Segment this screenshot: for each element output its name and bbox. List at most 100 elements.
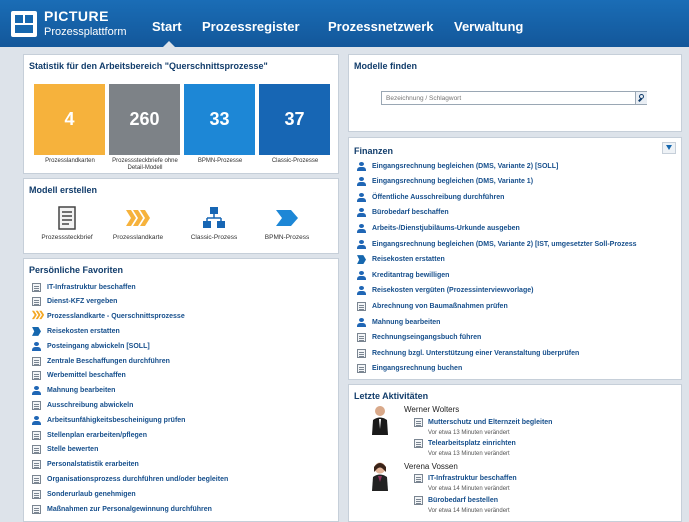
nav-start[interactable]: Start bbox=[152, 19, 182, 34]
list-item-label: Abrechnung von Baumaßnahmen prüfen bbox=[372, 302, 508, 310]
arrow-process-icon bbox=[32, 326, 41, 336]
stat-label-prozesssteckbriefe: Prozesssteckbriefe ohne Detail-Modell bbox=[112, 158, 178, 171]
activity-entry-link[interactable]: Mutterschutz und Elternzeit begleiten bbox=[428, 419, 552, 426]
list-item[interactable]: Öffentliche Ausschreibung durchführen bbox=[357, 191, 504, 203]
modell-erstellen-title: Modell erstellen bbox=[29, 185, 98, 195]
list-item-label: Stelle bewerten bbox=[47, 446, 99, 454]
list-item[interactable]: Abrechnung von Baumaßnahmen prüfen bbox=[357, 300, 508, 312]
finanzen-title: Finanzen bbox=[354, 146, 394, 156]
list-item[interactable]: Rechnungseingangsbuch führen bbox=[357, 332, 481, 344]
list-item[interactable]: Reisekosten erstatten bbox=[32, 325, 120, 337]
document-icon bbox=[32, 489, 41, 499]
list-item-label: IT-Infrastruktur beschaffen bbox=[47, 283, 136, 291]
arrow-process-icon bbox=[357, 255, 366, 265]
document-icon bbox=[32, 474, 41, 484]
app-title: PICTURE bbox=[44, 8, 109, 24]
arrow-process-icon[interactable] bbox=[274, 206, 300, 230]
stat-label-prozesslandkarten: Prozesslandkarten bbox=[45, 158, 95, 164]
list-item[interactable]: Reisekosten erstatten bbox=[357, 254, 445, 266]
filter-icon[interactable] bbox=[662, 142, 676, 154]
hierarchy-icon[interactable] bbox=[201, 206, 227, 230]
list-item-label: Arbeitsunfähigkeitsbescheinigung prüfen bbox=[47, 416, 186, 424]
list-item-label: Posteingang abwickeln [SOLL] bbox=[47, 342, 150, 350]
stat-tile-classic-prozesse[interactable]: 37 bbox=[259, 84, 330, 155]
top-navigation-bar: PICTURE Prozessplattform Start Prozessre… bbox=[0, 0, 689, 47]
stat-tile-prozesssteckbriefe[interactable]: 260 bbox=[109, 84, 180, 155]
list-item[interactable]: Eingangsrechnung begleichen (DMS, Varian… bbox=[357, 176, 533, 188]
create-label-bpmn-prozess[interactable]: BPMN-Prozess bbox=[249, 234, 325, 241]
list-item[interactable]: Stelle bewerten bbox=[32, 444, 98, 456]
create-label-prozesssteckbrief[interactable]: Prozesssteckbrief bbox=[29, 234, 105, 241]
document-icon bbox=[32, 400, 41, 410]
list-item[interactable]: Mahnung bearbeiten bbox=[32, 385, 115, 397]
list-item-label: Eingangsrechnung begleichen (DMS, Varian… bbox=[372, 178, 534, 186]
modelle-finden-panel: Modelle finden bbox=[348, 54, 682, 132]
list-item[interactable]: Bürobedarf beschaffen bbox=[357, 207, 449, 219]
user-process-icon bbox=[357, 317, 366, 327]
activity-entry-time: Vor etwa 14 Minuten verändert bbox=[428, 508, 510, 514]
document-icon bbox=[32, 371, 41, 381]
list-item-label: Kreditantrag bewilligen bbox=[372, 271, 450, 279]
list-item-label: Reisekosten erstatten bbox=[372, 256, 445, 264]
list-item[interactable]: Prozesslandkarte - Querschnittsprozesse bbox=[31, 310, 185, 323]
list-item[interactable]: Arbeitsunfähigkeitsbescheinigung prüfen bbox=[32, 414, 185, 426]
create-label-classic-prozess[interactable]: Classic-Prozess bbox=[176, 234, 252, 241]
list-item-label: Werbemittel beschaffen bbox=[47, 372, 126, 380]
list-item[interactable]: Dienst-KFZ vergeben bbox=[32, 296, 117, 308]
list-item[interactable]: Mahnung bearbeiten bbox=[357, 316, 440, 328]
list-item[interactable]: Reisekosten vergüten (Prozessinterviewvo… bbox=[357, 285, 533, 297]
document-icon bbox=[414, 496, 423, 505]
document-icon bbox=[414, 418, 423, 427]
nav-prozessregister[interactable]: Prozessregister bbox=[202, 19, 300, 34]
search-button[interactable] bbox=[635, 92, 647, 104]
list-item[interactable]: Eingangsrechnung buchen bbox=[357, 363, 462, 375]
list-item[interactable]: Eingangsrechnung begleichen (DMS, Varian… bbox=[357, 238, 637, 250]
list-item[interactable]: Ausschreibung abwickeln bbox=[32, 399, 133, 411]
chevron-map-icon[interactable] bbox=[125, 206, 151, 230]
search-input[interactable] bbox=[381, 91, 647, 105]
activity-entry-time: Vor etwa 14 Minuten verändert bbox=[428, 486, 510, 492]
nav-prozessnetzwerk[interactable]: Prozessnetzwerk bbox=[328, 19, 434, 34]
activity-user-name[interactable]: Verena Vossen bbox=[404, 462, 458, 471]
list-item[interactable]: Eingangsrechnung begleichen (DMS, Varian… bbox=[357, 160, 558, 172]
user-process-icon bbox=[357, 161, 366, 171]
document-icon bbox=[32, 356, 41, 366]
user-process-icon bbox=[357, 239, 366, 249]
nav-verwaltung[interactable]: Verwaltung bbox=[454, 19, 523, 34]
user-process-icon bbox=[357, 223, 366, 233]
list-item[interactable]: IT-Infrastruktur beschaffen bbox=[32, 281, 136, 293]
list-item-label: Sonderurlaub genehmigen bbox=[47, 490, 136, 498]
modell-erstellen-panel: Modell erstellen Prozesssteckbrief Proze… bbox=[23, 178, 339, 254]
list-item[interactable]: Arbeits-/Dienstjubiläums-Urkunde ausgebe… bbox=[357, 222, 520, 234]
list-item-label: Rechnung bzgl. Unterstützung einer Veran… bbox=[372, 349, 580, 357]
activity-entry-link[interactable]: IT-Infrastruktur beschaffen bbox=[428, 475, 517, 482]
list-item-label: Prozesslandkarte - Querschnittsprozesse bbox=[47, 313, 185, 321]
list-item[interactable]: Rechnung bzgl. Unterstützung einer Veran… bbox=[357, 347, 579, 359]
list-item[interactable]: Kreditantrag bewilligen bbox=[357, 269, 449, 281]
document-icon bbox=[357, 301, 366, 311]
stat-label-classic-prozesse: Classic-Prozesse bbox=[271, 158, 319, 164]
user-process-icon bbox=[32, 415, 41, 425]
list-item[interactable]: Posteingang abwickeln [SOLL] bbox=[32, 340, 150, 352]
activity-entry-link[interactable]: Telearbeitsplatz einrichten bbox=[428, 440, 516, 447]
document-icon bbox=[32, 504, 41, 514]
list-item[interactable]: Sonderurlaub genehmigen bbox=[32, 488, 136, 500]
create-label-prozesslandkarte[interactable]: Prozesslandkarte bbox=[100, 234, 176, 241]
list-item[interactable]: Stellenplan erarbeiten/pflegen bbox=[32, 429, 147, 441]
favoriten-title: Persönliche Favoriten bbox=[29, 265, 124, 275]
activity-entry-link[interactable]: Bürobedarf bestellen bbox=[428, 497, 498, 504]
list-item[interactable]: Organisationsprozess durchführen und/ode… bbox=[32, 473, 228, 485]
list-item[interactable]: Zentrale Beschaffungen durchführen bbox=[32, 355, 170, 367]
modelle-finden-title: Modelle finden bbox=[354, 61, 417, 71]
picture-logo-icon[interactable] bbox=[11, 11, 37, 37]
document-icon bbox=[414, 439, 423, 448]
activity-user-name[interactable]: Werner Wolters bbox=[404, 405, 459, 414]
stat-tile-prozesslandkarten[interactable]: 4 bbox=[34, 84, 105, 155]
user-process-icon bbox=[357, 208, 366, 218]
document-icon[interactable] bbox=[54, 206, 80, 230]
list-item[interactable]: Maßnahmen zur Personalgewinnung durchfüh… bbox=[32, 503, 212, 515]
list-item[interactable]: Personalstatistik erarbeiten bbox=[32, 459, 139, 471]
list-item[interactable]: Werbemittel beschaffen bbox=[32, 370, 126, 382]
document-icon bbox=[32, 460, 41, 470]
stat-tile-bpmn-prozesse[interactable]: 33 bbox=[184, 84, 255, 155]
